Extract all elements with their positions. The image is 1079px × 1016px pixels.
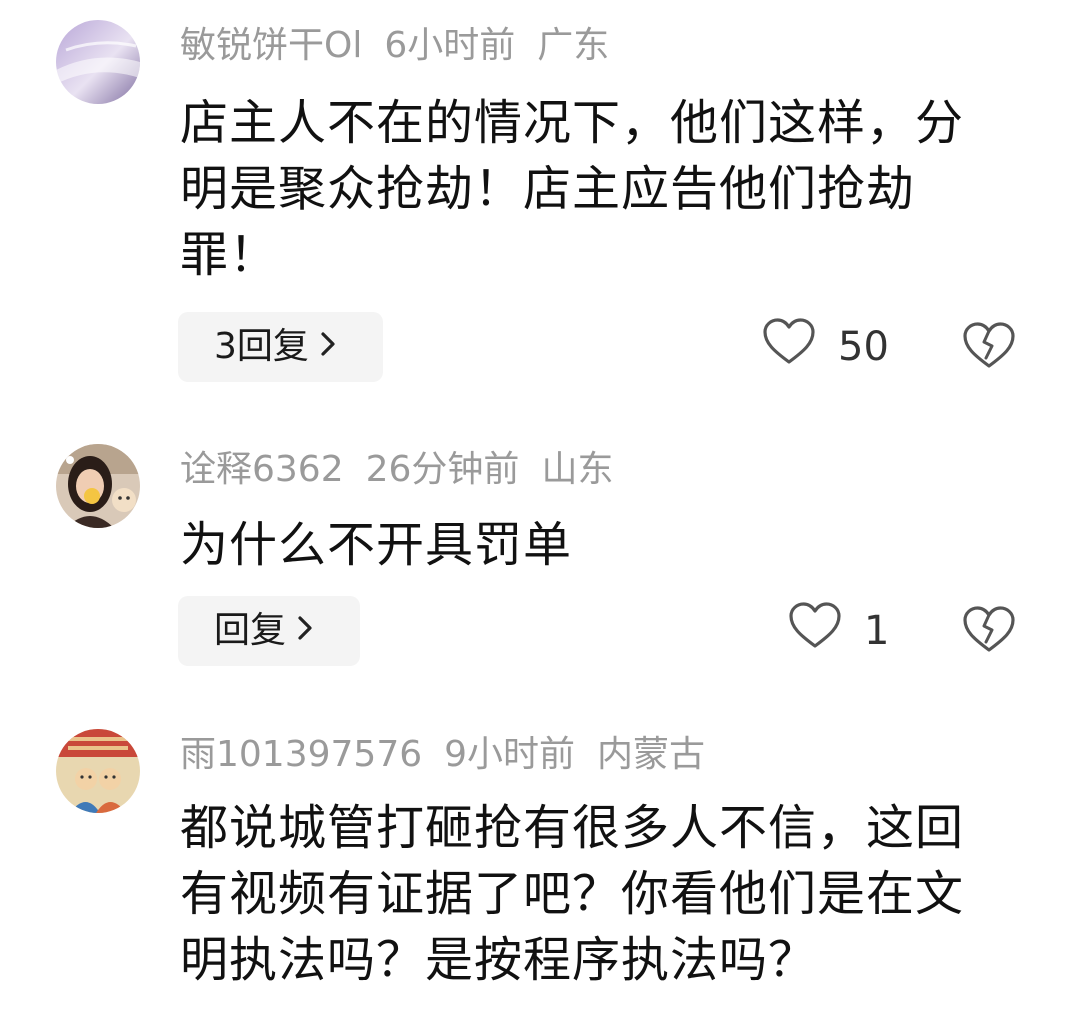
heart-outline-icon xyxy=(762,318,816,376)
comment-text: 店主人不在的情况下，他们这样，分明是聚众抢劫！店主应告他们抢劫罪！ xyxy=(180,95,965,283)
reply-button-label: 3回复 xyxy=(214,326,309,367)
chevron-right-icon xyxy=(296,597,314,667)
comment-text: 都说城管打砸抢有很多人不信，这回有视频有证据了吧？你看他们是在文明执法吗？是按程… xyxy=(180,800,965,988)
reply-button-label: 回复 xyxy=(214,610,287,651)
like-button[interactable]: 50 xyxy=(762,318,889,376)
timestamp: 26分钟前 xyxy=(365,449,520,490)
reply-button[interactable]: 回复 xyxy=(178,596,360,666)
username[interactable]: 诠释6362 xyxy=(180,449,344,490)
dislike-button[interactable] xyxy=(962,606,1016,658)
comment-item: 雨101397576 9小时前 内蒙古 都说城管打砸抢有很多人不信，这回有视频有证据… xyxy=(0,715,1079,1016)
location: 广东 xyxy=(537,25,610,66)
comment-item: 敏锐饼干Ol 6小时前 广东 店主人不在的情况下，他们这样，分明是聚众抢劫！店主应告… xyxy=(0,0,1079,400)
avatar[interactable] xyxy=(56,444,140,528)
broken-heart-icon xyxy=(962,606,1016,658)
chevron-right-icon xyxy=(319,313,337,383)
comment-meta: 雨101397576 9小时前 内蒙古 xyxy=(180,731,727,779)
dislike-button[interactable] xyxy=(962,322,1016,374)
like-count: 50 xyxy=(838,324,889,370)
comment-text: 为什么不开具罚单 xyxy=(180,517,573,573)
timestamp: 6小时前 xyxy=(384,25,516,66)
avatar-image xyxy=(56,729,140,813)
avatar-image xyxy=(56,444,140,528)
comment-meta: 诠释6362 26分钟前 山东 xyxy=(180,446,635,494)
comment-item: 诠释6362 26分钟前 山东 为什么不开具罚单 回复 1 xyxy=(0,430,1079,690)
avatar[interactable] xyxy=(56,729,140,813)
username[interactable]: 雨101397576 xyxy=(180,734,422,775)
username[interactable]: 敏锐饼干Ol xyxy=(180,25,362,66)
location: 山东 xyxy=(541,449,614,490)
timestamp: 9小时前 xyxy=(444,734,576,775)
avatar[interactable] xyxy=(56,20,140,104)
broken-heart-icon xyxy=(962,322,1016,374)
location: 内蒙古 xyxy=(597,734,706,775)
comment-meta: 敏锐饼干Ol 6小时前 广东 xyxy=(180,22,631,70)
reply-button[interactable]: 3回复 xyxy=(178,312,383,382)
heart-outline-icon xyxy=(788,602,842,660)
avatar-image xyxy=(56,20,140,104)
like-count: 1 xyxy=(864,608,890,654)
like-button[interactable]: 1 xyxy=(788,602,889,660)
